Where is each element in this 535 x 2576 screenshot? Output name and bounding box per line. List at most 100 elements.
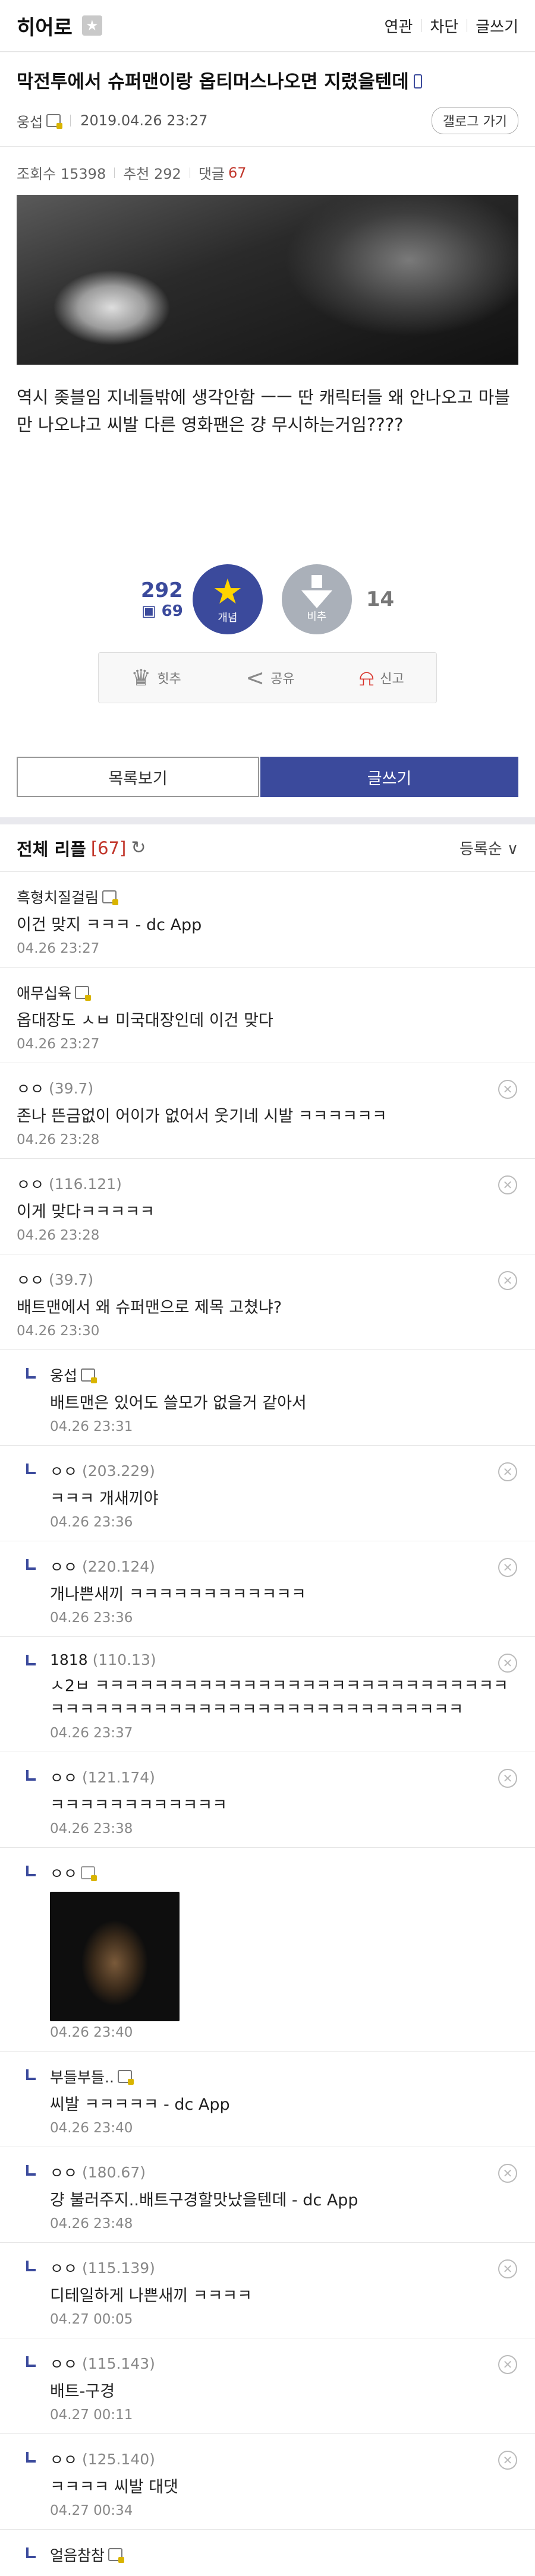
reply: 부들부들.. 씨발 ㅋㅋㅋㅋㅋ - dc App 04.26 23:40: [0, 2052, 535, 2147]
delete-icon[interactable]: ✕: [498, 2164, 517, 2183]
hit-button[interactable]: ♛ 힛추: [131, 665, 181, 691]
reply: ㅇㅇ (180.67) 걍 불러주지..배트구경할맛났을텐데 - dc App 0…: [0, 2147, 535, 2243]
comment-nick[interactable]: ㅇㅇ: [50, 1766, 77, 1788]
delete-icon[interactable]: ✕: [498, 1558, 517, 1577]
delete-icon[interactable]: ✕: [498, 1271, 517, 1290]
comments-title: 전체 리플: [17, 839, 86, 859]
delete-icon[interactable]: ✕: [498, 2451, 517, 2470]
comment-nick[interactable]: ㅇㅇ: [17, 1173, 44, 1194]
comment-date: 04.26 23:48: [50, 2216, 133, 2232]
fixed-nick-icon: [75, 986, 92, 1001]
sort-dropdown[interactable]: 등록순 ∨: [460, 837, 518, 859]
post-header: 막전투에서 슈퍼맨이랑 옵티머스나오면 지렸을텐데 웅섭 2019.04.26 …: [0, 52, 535, 147]
comment-date: 04.26 23:28: [17, 1132, 100, 1148]
comment-nick-line: ㅇㅇ (115.139): [50, 2257, 518, 2278]
report-button[interactable]: ⍾ 신고: [359, 665, 404, 691]
menu-block[interactable]: 차단: [430, 15, 458, 37]
down-arrow-head: [301, 590, 332, 608]
image-attach-icon: [81, 1866, 97, 1881]
fixed-nick-icon: [117, 2070, 134, 2085]
menu-related[interactable]: 연관: [385, 15, 413, 37]
comment-ip: (116.121): [49, 1175, 122, 1193]
comment-nick[interactable]: 부들부들..: [50, 2066, 114, 2087]
fixed-nick-icon: [102, 890, 119, 905]
comment-nick-line: ㅇㅇ: [50, 1862, 518, 1883]
list-button[interactable]: 목록보기: [17, 757, 259, 797]
comment-date: 04.27 00:05: [50, 2312, 133, 2327]
top-menu: 연관 차단 글쓰기: [385, 15, 518, 37]
fixed-nick-icon: [46, 114, 63, 129]
comment-nick-line: ㅇㅇ (180.67): [50, 2161, 518, 2183]
recommend-count: 추천 292: [123, 166, 181, 182]
comment-ip: (39.7): [49, 1270, 94, 1288]
comment-nick[interactable]: ㅇㅇ: [50, 2353, 77, 2374]
post-image[interactable]: [17, 195, 518, 365]
post-author[interactable]: 웅섭: [17, 110, 43, 131]
downvote-button[interactable]: 비추: [281, 564, 352, 634]
reply-arrow-icon: [26, 2261, 36, 2271]
comment-nick[interactable]: ㅇㅇ: [17, 1077, 44, 1099]
comment-ip: (203.229): [82, 1462, 155, 1480]
comment-nick[interactable]: ㅇㅇ: [50, 1460, 77, 1481]
delete-icon[interactable]: ✕: [498, 2259, 517, 2278]
comment-nick[interactable]: 애무십육: [17, 982, 71, 1003]
comment-nick-line: 흑형치질걸림: [17, 886, 518, 908]
comment-nick-line: ㅇㅇ (203.229): [50, 1460, 518, 1481]
downvote-count: 14: [366, 587, 395, 611]
comment: 흑형치질걸림 이건 맞지 ㅋㅋㅋ - dc App 04.26 23:27: [0, 872, 535, 968]
comment-nick[interactable]: ㅇㅇ: [17, 1269, 44, 1290]
delete-icon[interactable]: ✕: [498, 1080, 517, 1099]
gallog-button[interactable]: 갤로그 가기: [431, 107, 518, 134]
comment-nick[interactable]: ㅇㅇ: [50, 1862, 77, 1883]
comment-nick-line: 얼음참참: [50, 2544, 518, 2565]
comment-text: 옵대장도 ㅅㅂ 미국대장인데 이건 맞다: [17, 1012, 273, 1030]
comment-date: 04.26 23:37: [50, 1725, 133, 1741]
reply-arrow-icon: [26, 1655, 36, 1665]
upvote-button[interactable]: ★ 개념: [192, 564, 263, 634]
reply: 얼음참참: [0, 2530, 535, 2576]
comment-date: 04.26 23:36: [50, 1515, 133, 1530]
comment-nick-line: ㅇㅇ (39.7): [17, 1077, 518, 1099]
refresh-icon[interactable]: ↻: [131, 837, 146, 858]
delete-icon[interactable]: ✕: [498, 1175, 517, 1194]
share-button[interactable]: < 공유: [246, 665, 294, 691]
comment-date: 04.26 23:31: [50, 1419, 133, 1434]
comment-nick[interactable]: ㅇㅇ: [50, 2161, 77, 2183]
comment-text: 존나 뜬금없이 어이가 없어서 웃기네 시발 ㅋㅋㅋㅋㅋㅋ: [17, 1107, 387, 1126]
top-bar: 히어로 ★ 연관 차단 글쓰기: [0, 0, 535, 52]
reply-arrow-icon: [26, 2452, 36, 2463]
comment-date: 04.26 23:40: [50, 2120, 133, 2136]
list-buttons: 목록보기 글쓰기: [0, 757, 535, 797]
comment-text: 디테일하게 나쁜새끼 ㅋㅋㅋㅋ: [50, 2287, 253, 2305]
write-button[interactable]: 글쓰기: [260, 757, 518, 797]
comment-date: 04.26 23:30: [17, 1323, 100, 1339]
reply-arrow-icon: [26, 2069, 36, 2080]
comment-text: 개나쁜새끼 ㅋㅋㅋㅋㅋㅋㅋㅋㅋㅋㅋㅋ: [50, 1585, 306, 1604]
reply-arrow-icon: [26, 2165, 36, 2176]
comment-nick[interactable]: 흑형치질걸림: [17, 886, 99, 908]
comment-nick[interactable]: 웅섭: [50, 1364, 77, 1386]
reply: ㅇㅇ (125.140) ㅋㅋㅋㅋ 씨발 대댓 04.27 00:34 ✕: [0, 2434, 535, 2530]
comment-nick[interactable]: ㅇㅇ: [50, 2257, 77, 2278]
comment-text: 배트-구경: [50, 2382, 115, 2401]
delete-icon[interactable]: ✕: [498, 1769, 517, 1788]
delete-icon[interactable]: ✕: [498, 1654, 517, 1673]
post-meta: 웅섭 2019.04.26 23:27 갤로그 가기: [17, 107, 518, 134]
favorite-star-icon[interactable]: ★: [81, 15, 102, 36]
post-actions: ♛ 힛추 < 공유 ⍾ 신고: [98, 652, 437, 703]
reply-arrow-icon: [26, 1464, 36, 1474]
comment-date: 04.26 23:27: [17, 1036, 100, 1052]
gallery-name[interactable]: 히어로: [17, 11, 73, 40]
comment-image[interactable]: [50, 1892, 180, 2021]
menu-write[interactable]: 글쓰기: [476, 15, 518, 37]
comment-nick[interactable]: 1818: [50, 1651, 88, 1668]
reply: 1818 (110.13) ㅅ2ㅂ ㅋㅋㅋㅋㅋㅋㅋㅋㅋㅋㅋㅋㅋㅋㅋㅋㅋㅋㅋㅋㅋㅋㅋ…: [0, 1637, 535, 1752]
delete-icon[interactable]: ✕: [498, 2355, 517, 2374]
vote-box: 292 ▣ 69 ★ 개념 비추 14: [0, 561, 535, 638]
comments-label: 댓글: [198, 166, 225, 182]
comment-nick-line: ㅇㅇ (116.121): [17, 1173, 518, 1194]
delete-icon[interactable]: ✕: [498, 1462, 517, 1481]
comment-nick[interactable]: ㅇㅇ: [50, 1556, 77, 1577]
comment-nick[interactable]: 얼음참참: [50, 2544, 105, 2565]
comment-ip: (121.174): [82, 1768, 155, 1786]
